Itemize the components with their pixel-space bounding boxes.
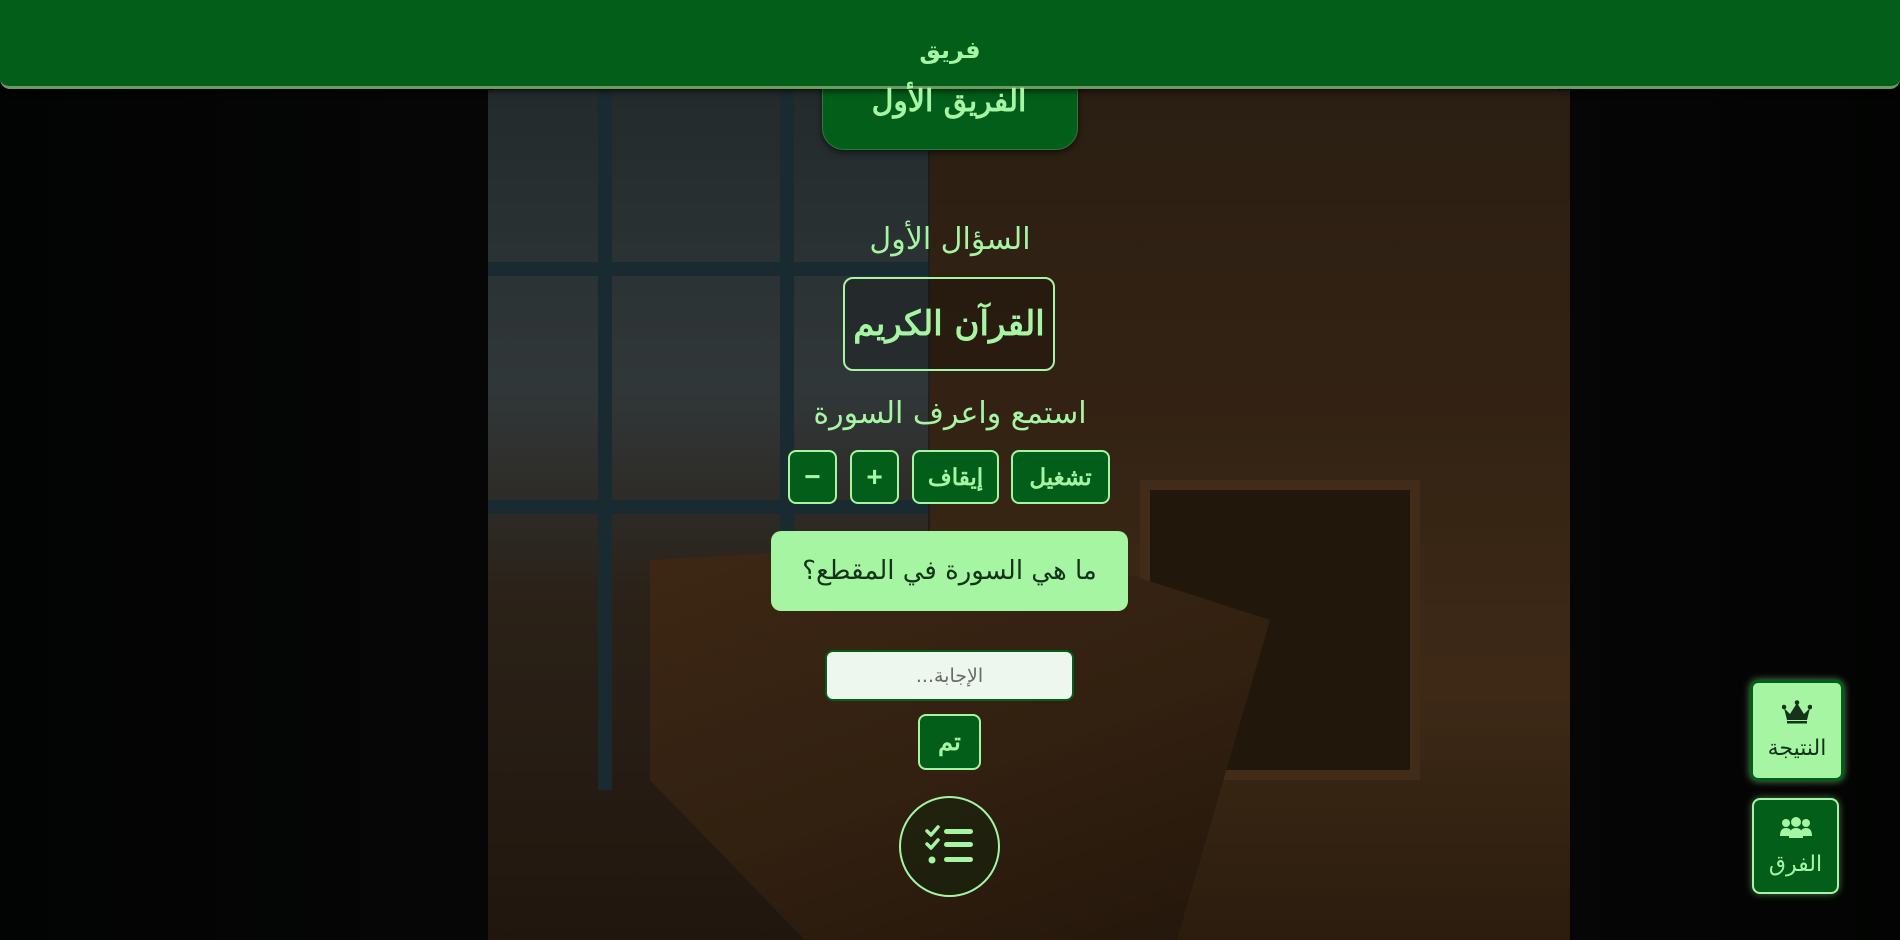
volume-down-button[interactable]: − bbox=[788, 450, 837, 504]
category-badge: القرآن الكريم bbox=[843, 277, 1055, 371]
checklist-icon bbox=[924, 824, 975, 870]
question-instruction: استمع واعرف السورة bbox=[813, 396, 1087, 431]
question-text-box: ما هي السورة في المقطع؟ bbox=[771, 531, 1128, 611]
score-label: النتيجة bbox=[1767, 736, 1827, 761]
play-button[interactable]: تشغيل bbox=[1011, 450, 1110, 504]
score-button[interactable]: النتيجة bbox=[1750, 680, 1844, 781]
questions-list-button[interactable] bbox=[899, 796, 1000, 897]
question-text: ما هي السورة في المقطع؟ bbox=[802, 556, 1097, 586]
stop-button[interactable]: إيقاف bbox=[912, 450, 999, 504]
team-caption: فريق bbox=[919, 36, 981, 64]
users-icon bbox=[1779, 816, 1813, 846]
current-team-name: الفريق الأول bbox=[871, 84, 1027, 119]
submit-answer-button[interactable]: تم bbox=[918, 714, 981, 770]
teams-button[interactable]: الفرق bbox=[1752, 798, 1839, 894]
teams-label: الفرق bbox=[1768, 851, 1823, 877]
volume-up-button[interactable]: + bbox=[850, 450, 899, 504]
category-label: القرآن الكريم bbox=[853, 304, 1045, 344]
crown-icon bbox=[1781, 700, 1813, 730]
question-number: السؤال الأول bbox=[869, 222, 1031, 257]
answer-input[interactable] bbox=[825, 650, 1074, 701]
